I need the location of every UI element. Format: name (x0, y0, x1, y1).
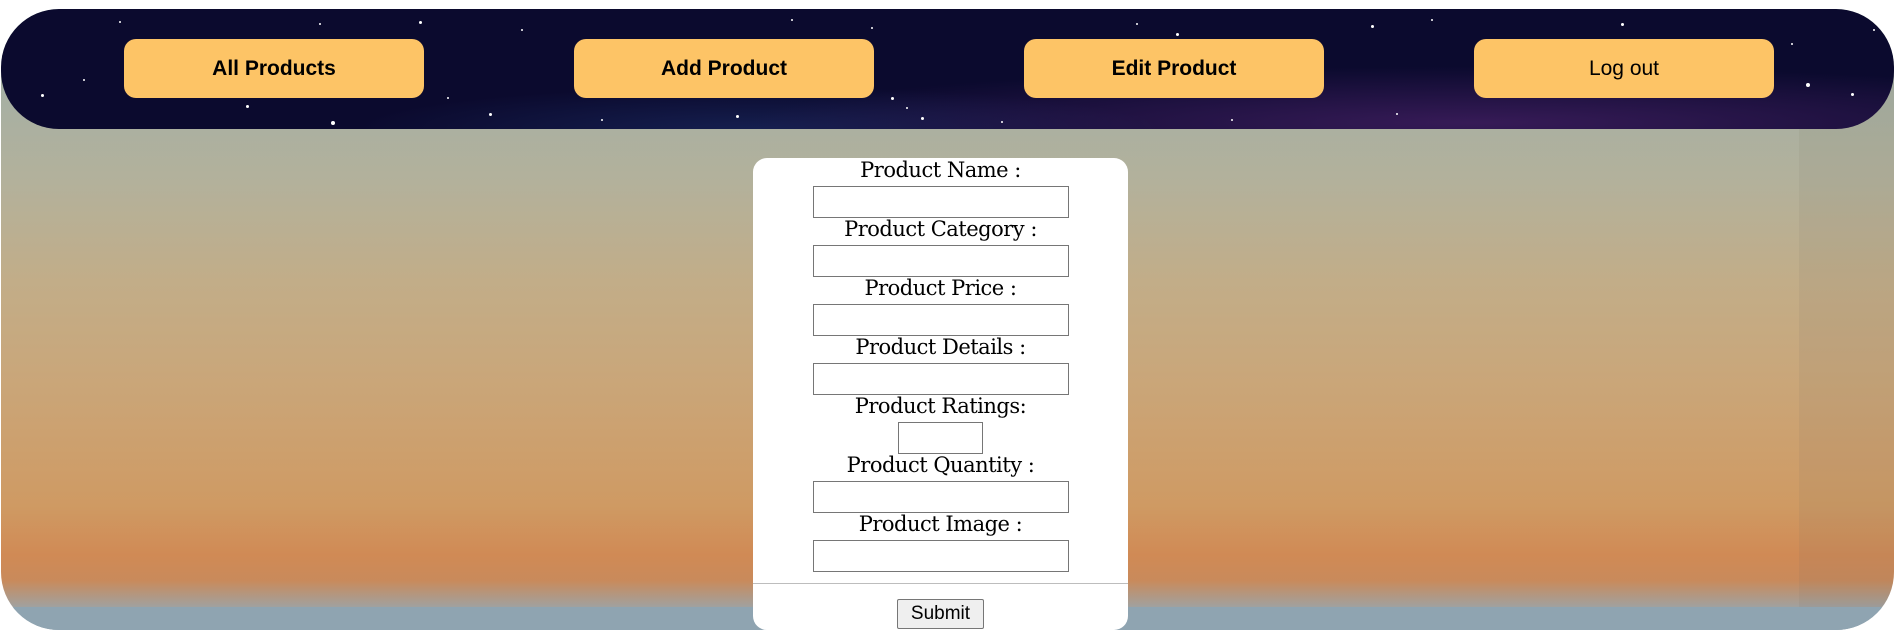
star (447, 97, 449, 99)
all-products-button[interactable]: All Products (124, 39, 424, 98)
star (871, 27, 873, 29)
log-out-button[interactable]: Log out (1474, 39, 1774, 98)
product-price-input[interactable] (813, 304, 1069, 336)
product-quantity-input[interactable] (813, 481, 1069, 513)
star (1791, 43, 1793, 45)
star (83, 79, 85, 81)
add-product-button[interactable]: Add Product (574, 39, 874, 98)
star (1231, 119, 1233, 121)
product-price-label: Product Price : (864, 276, 1017, 300)
star (921, 117, 924, 120)
star (246, 105, 249, 108)
star (521, 29, 523, 31)
form-divider (753, 583, 1128, 584)
product-details-input[interactable] (813, 363, 1069, 395)
edit-product-button[interactable]: Edit Product (1024, 39, 1324, 98)
star (1431, 19, 1433, 21)
star (331, 121, 335, 125)
star (791, 19, 793, 21)
submit-button[interactable]: Submit (897, 599, 984, 629)
product-category-input[interactable] (813, 245, 1069, 277)
star (489, 113, 492, 116)
star (1851, 93, 1854, 96)
product-ratings-input[interactable] (898, 422, 983, 454)
star (1621, 23, 1624, 26)
star (906, 107, 908, 109)
product-quantity-label: Product Quantity : (846, 453, 1035, 477)
star (891, 97, 894, 100)
product-image-label: Product Image : (858, 512, 1023, 536)
star (41, 94, 44, 97)
product-form: Product Name : Product Category : Produc… (753, 158, 1128, 630)
product-name-label: Product Name : (860, 158, 1021, 182)
star (601, 119, 603, 121)
star (1873, 29, 1875, 31)
star (319, 23, 321, 25)
star (1396, 113, 1398, 115)
product-ratings-label: Product Ratings: (854, 394, 1027, 418)
product-category-label: Product Category : (844, 217, 1037, 241)
top-navbar: All Products Add Product Edit Product Lo… (1, 9, 1894, 129)
star (1176, 33, 1179, 36)
star (419, 21, 422, 24)
product-details-label: Product Details : (855, 335, 1026, 359)
star (119, 21, 121, 23)
star (1001, 121, 1003, 123)
product-name-input[interactable] (813, 186, 1069, 218)
star (736, 115, 739, 118)
product-image-input[interactable] (813, 540, 1069, 572)
star (1806, 83, 1810, 87)
star (1136, 23, 1138, 25)
star (1371, 25, 1374, 28)
